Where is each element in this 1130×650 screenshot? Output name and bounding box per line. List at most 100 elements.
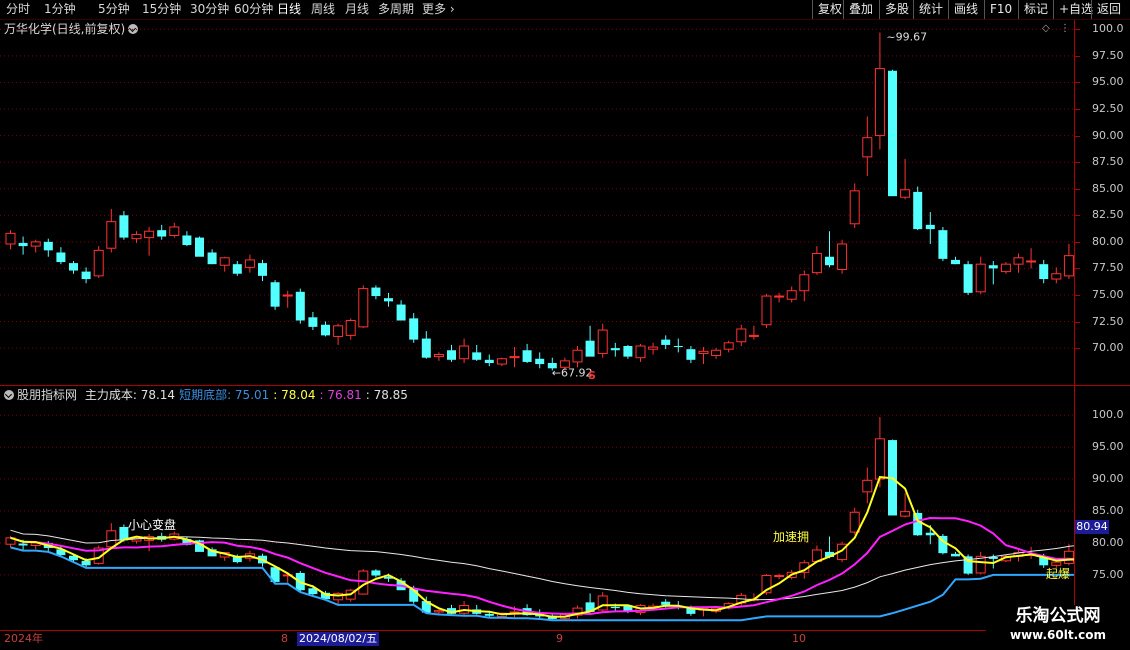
overlay-button[interactable]: 叠加 [843,0,878,19]
main-axis-tick: 70.00 [1092,341,1124,355]
indicator-candle [774,575,785,578]
price-candle [837,243,848,270]
mark-button[interactable]: 标记 [1018,0,1053,19]
price-candle [585,340,595,357]
indicator-axis-tick: 100.0 [1092,408,1124,422]
tab-15min[interactable]: 15分钟 [142,0,181,19]
price-candle [358,288,369,328]
price-candle [484,359,494,363]
indicator-candle [1063,550,1074,564]
price-candle [5,232,16,245]
main-axis-tick: 95.00 [1092,75,1124,89]
axis-tick-mark [1075,268,1080,270]
f10-button[interactable]: F10 [984,0,1017,19]
multi-stock-button[interactable]: 多股 [879,0,914,19]
tab-daily[interactable]: 日线 [277,0,301,19]
price-candle [597,329,608,354]
price-candle [988,265,998,269]
price-candle [207,252,217,265]
axis-tick-mark [1075,188,1080,190]
tab-5min[interactable]: 5分钟 [98,0,130,19]
price-candle [711,349,722,357]
tab-multi-period[interactable]: 多周期 [378,0,414,19]
indicator-candle [433,610,444,613]
indicator-axis-tick: 80.00 [1092,535,1124,549]
price-candle [698,350,709,354]
main-axis-tick: 75.00 [1092,287,1124,301]
main-axis-tick: 92.50 [1092,102,1124,115]
series-line-yellow [10,476,1074,618]
axis-tick-mark [1075,135,1080,137]
indicator-chart[interactable]: 小心变盘 加速拥 起爆 [0,386,1074,630]
price-candle [157,230,167,237]
price-candle [900,189,911,198]
indicator-candle [862,479,873,493]
current-value-badge: 80.94 [1075,520,1109,534]
price-candle [925,224,935,230]
indicator-axis-tick: 90.00 [1092,472,1124,486]
indicator-candle [900,511,911,517]
axis-tick-mark [1075,162,1080,164]
price-candle [371,287,381,297]
tab-1min[interactable]: 1分钟 [44,0,76,19]
restore-right-button[interactable]: 复权 [812,0,847,19]
price-candle [270,282,280,307]
tab-more[interactable]: 更多 › [422,0,455,19]
watermark: 乐淘公式网 www.60lt.com [986,605,1130,650]
price-candle [1013,257,1024,265]
price-candle [219,257,230,266]
date-label-year: 2024年 [4,632,43,645]
price-candle [963,264,973,293]
period-toolbar: 分时 1分钟 5分钟 15分钟 30分钟 60分钟 日线 周线 月线 多周期 更… [0,0,1130,20]
axis-tick-mark [1075,294,1080,296]
price-candle [610,348,620,351]
axis-tick-mark [1075,321,1080,323]
tab-60min[interactable]: 60分钟 [234,0,273,19]
price-candle [1039,264,1049,280]
price-candle [661,339,671,345]
tab-fenshi[interactable]: 分时 [6,0,30,19]
date-label-cursor: 2024/08/02/五 [297,632,380,646]
draw-line-button[interactable]: 画线 [948,0,983,19]
series-line-white [10,529,1074,601]
low-price-label: ←67.92 [552,366,593,379]
price-candle [447,350,456,360]
indicator-candle [1051,561,1062,566]
price-candle [811,253,822,274]
price-candle [169,226,180,236]
price-candle [1000,263,1011,273]
watermark-name: 乐淘公式网 [1015,606,1101,626]
main-axis-tick: 100.0 [1092,22,1124,36]
statistics-button[interactable]: 统计 [913,0,948,19]
indicator-axis-tick: 75.00 [1092,567,1124,581]
axis-tick-mark [1075,348,1080,350]
price-candle [522,350,532,362]
price-candle [333,325,344,337]
price-candle [748,334,759,337]
price-candle [244,259,255,268]
date-axis: 2024年 8 2024/08/02/五 9 10 [0,630,1074,647]
tab-30min[interactable]: 30分钟 [190,0,229,19]
price-candle [409,318,419,340]
tab-monthly[interactable]: 月线 [345,0,369,19]
indicator-candle [81,560,91,566]
price-candle [951,259,960,265]
more-label: 更多 [422,2,447,16]
price-candle [258,263,267,276]
main-axis-tick: 77.50 [1092,261,1124,275]
back-button[interactable]: 返回 [1091,0,1126,19]
main-axis-tick: 87.50 [1092,155,1124,169]
indicator-candle [661,601,671,605]
price-candle [56,252,66,263]
price-candle [874,68,885,137]
price-candle [30,241,41,247]
price-candle [825,256,834,266]
indicator-candle [18,543,28,546]
axis-tick-mark [1075,55,1080,57]
price-candle [849,190,860,225]
main-axis-tick: 85.00 [1092,181,1124,195]
high-price-label: ~99.67 [886,31,927,44]
price-candle [232,264,242,274]
tab-weekly[interactable]: 周线 [311,0,335,19]
candlestick-chart[interactable]: ~99.67 ←67.92 S [0,20,1074,385]
